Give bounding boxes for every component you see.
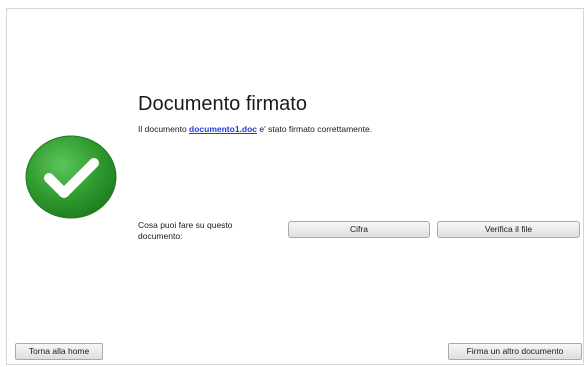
back-home-button[interactable]: Torna alla home: [15, 343, 103, 360]
page-title: Documento firmato: [138, 93, 307, 115]
message-prefix: Il documento: [138, 124, 190, 134]
sign-another-button[interactable]: Firma un altro documento: [448, 343, 582, 360]
success-check-icon: [25, 135, 117, 219]
actions-question: Cosa puoi fare su questo documento:: [138, 220, 233, 241]
document-link[interactable]: documento1.doc: [189, 124, 257, 134]
verify-file-button[interactable]: Verifica il file: [437, 221, 580, 238]
encrypt-button[interactable]: Cifra: [288, 221, 430, 238]
result-message: Il documento documento1.doc e' stato fir…: [138, 124, 372, 134]
message-suffix: e' stato firmato correttamente.: [257, 124, 373, 134]
